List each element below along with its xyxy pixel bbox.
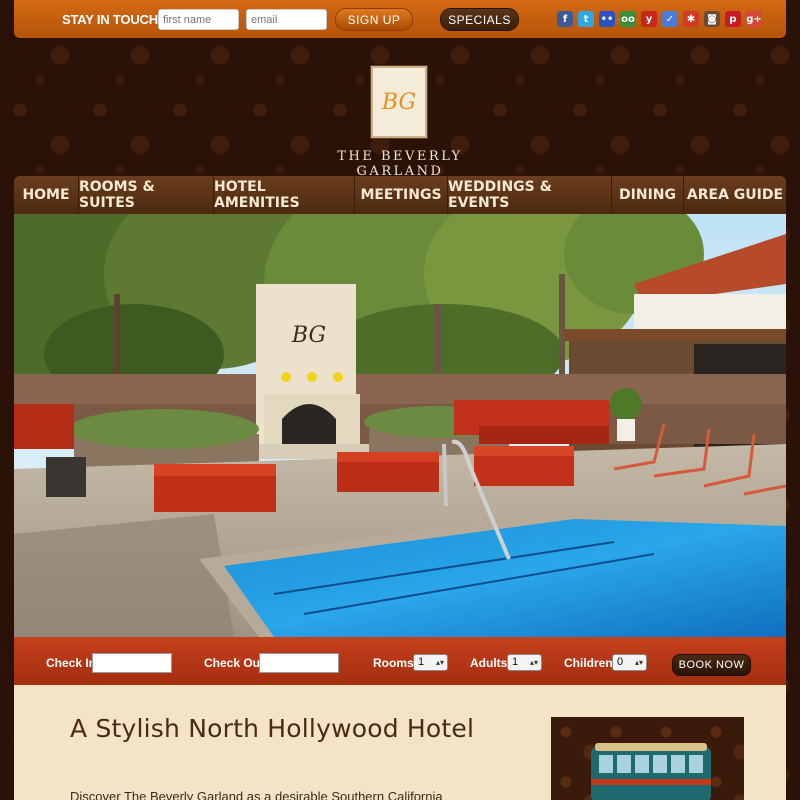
email-input[interactable] (246, 9, 327, 30)
logo-monogram: BG (381, 89, 417, 115)
yelp-alt-icon[interactable]: ✱ (683, 11, 699, 27)
main-content: A Stylish North Hollywood Hotel Discover… (14, 685, 786, 800)
pinterest-icon[interactable]: p (725, 11, 741, 27)
yelp-icon[interactable]: y (641, 11, 657, 27)
specials-button[interactable]: SPECIALS (440, 8, 519, 31)
children-select[interactable]: 0 ▴▾ (612, 654, 647, 671)
logo[interactable]: BG (371, 66, 427, 138)
foursquare-icon[interactable]: ✓ (662, 11, 678, 27)
nav-item-dining[interactable]: DINING (612, 176, 684, 214)
intro-text: Discover The Beverly Garland as a desira… (70, 789, 443, 800)
booking-bar: Check In Check Out Rooms 1 ▴▾ Adults 1 ▴▾ … (14, 637, 786, 685)
main-nav: HOME ROOMS & SUITES HOTEL AMENITIES MEET… (14, 176, 786, 214)
nav-item-weddings-events[interactable]: WEDDINGS & EVENTS (448, 176, 612, 214)
check-out-label: Check Out (204, 656, 265, 670)
tripadvisor-icon[interactable]: oo (620, 11, 636, 27)
twitter-icon[interactable]: t (578, 11, 594, 27)
hotel-name: THE BEVERLY GARLAND (337, 149, 463, 179)
hero-image: BG (14, 214, 786, 637)
social-icons: f t •• oo y ✓ ✱ ◙ p g+ (557, 11, 762, 27)
nav-item-rooms-suites[interactable]: ROOMS & SUITES (79, 176, 214, 214)
rooms-label: Rooms (373, 656, 414, 670)
check-in-input[interactable] (92, 653, 172, 673)
stay-in-touch-bar: STAY IN TOUCH SIGN UP SPECIALS ft •• ooy ✓ ✱… (14, 0, 786, 38)
sign-up-button[interactable]: SIGN UP (335, 8, 413, 31)
trolley-promo-image[interactable] (551, 717, 744, 800)
stepper-icon: ▴▾ (634, 658, 643, 667)
facebook-icon[interactable]: f (557, 11, 573, 27)
adults-value: 1 (512, 656, 519, 668)
trolley-illustration (591, 743, 711, 800)
children-label: Children (564, 656, 613, 670)
adults-select[interactable]: 1 ▴▾ (507, 654, 542, 671)
pool-scene: BG (14, 214, 786, 637)
nav-item-home[interactable]: HOME (14, 176, 79, 214)
rooms-select[interactable]: 1 ▴▾ (413, 654, 448, 671)
book-now-button[interactable]: BOOK NOW (672, 654, 751, 676)
flickr-icon[interactable]: •• (599, 11, 615, 27)
stepper-icon: ▴▾ (529, 658, 538, 667)
nav-item-area-guide[interactable]: AREA GUIDE (684, 176, 786, 214)
stepper-icon: ▴▾ (435, 658, 444, 667)
check-out-input[interactable] (259, 653, 339, 673)
nav-item-hotel-amenities[interactable]: HOTEL AMENITIES (214, 176, 355, 214)
stay-in-touch-label: STAY IN TOUCH (62, 12, 158, 27)
page-title: A Stylish North Hollywood Hotel (70, 714, 475, 743)
nav-item-meetings[interactable]: MEETINGS (355, 176, 448, 214)
rooms-value: 1 (418, 656, 425, 668)
instagram-icon[interactable]: ◙ (704, 11, 720, 27)
adults-label: Adults (470, 656, 508, 670)
first-name-input[interactable] (158, 9, 239, 30)
fireplace-monogram: BG (291, 323, 326, 348)
children-value: 0 (617, 656, 624, 668)
check-in-label: Check In (46, 656, 97, 670)
google-plus-icon[interactable]: g+ (746, 11, 762, 27)
